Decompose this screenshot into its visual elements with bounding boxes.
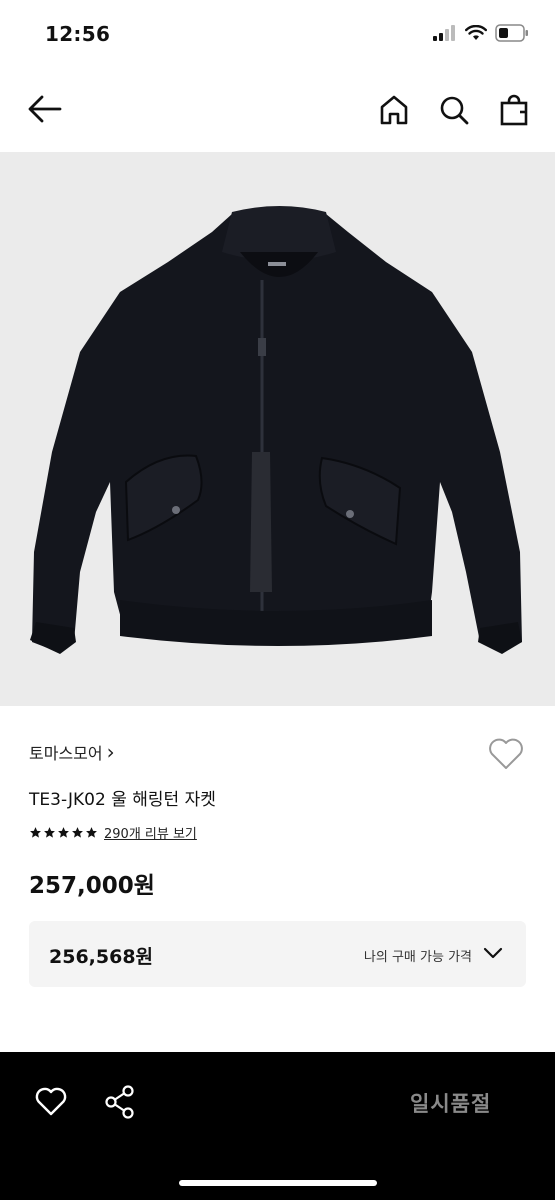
bottom-action-bar: 일시품절 xyxy=(0,1052,555,1200)
star-icon xyxy=(58,827,69,838)
wishlist-button[interactable] xyxy=(487,736,525,772)
share-icon xyxy=(105,1085,134,1119)
my-price-value: 256,568원 xyxy=(49,946,154,968)
soldout-button[interactable]: 일시품절 xyxy=(410,1088,491,1118)
brand-name: 토마스모어 xyxy=(29,744,103,763)
my-price-label: 나의 구매 가능 가격 xyxy=(363,950,472,965)
top-nav xyxy=(0,78,555,140)
brand-link[interactable]: 토마스모어 › xyxy=(29,740,115,764)
star-rating xyxy=(29,826,98,839)
product-image[interactable] xyxy=(0,152,555,706)
heart-outline-icon xyxy=(489,738,523,769)
wifi-icon xyxy=(465,25,487,40)
shopping-bag-icon xyxy=(500,94,528,126)
cellular-signal-icon xyxy=(433,25,455,41)
product-detail-page: 12:56 토마스모어 › TE3-JK02 울 해링턴 자켓 290개 리뷰 … xyxy=(0,0,555,1200)
my-price-dropdown[interactable]: 256,568원 나의 구매 가능 가격 xyxy=(29,921,526,987)
star-icon xyxy=(44,827,55,838)
back-button[interactable] xyxy=(24,92,66,126)
star-icon xyxy=(72,827,83,838)
product-price: 257,000원 xyxy=(29,873,155,899)
product-name: TE3-JK02 울 해링턴 자켓 xyxy=(29,790,216,810)
review-link[interactable]: 290개 리뷰 보기 xyxy=(104,823,197,842)
jacket-illustration xyxy=(30,206,522,654)
bag-button[interactable] xyxy=(496,92,532,128)
arrow-left-icon xyxy=(28,95,62,123)
star-icon xyxy=(86,827,97,838)
home-indicator[interactable] xyxy=(179,1180,377,1186)
rating-row: 290개 리뷰 보기 xyxy=(29,823,197,842)
home-icon xyxy=(380,95,408,125)
star-icon xyxy=(30,827,41,838)
chevron-right-icon: › xyxy=(106,740,115,764)
like-button[interactable] xyxy=(34,1086,68,1118)
status-icons xyxy=(433,24,529,42)
chevron-down-icon xyxy=(483,947,503,959)
heart-icon xyxy=(35,1087,67,1116)
status-time: 12:56 xyxy=(45,22,111,46)
battery-icon xyxy=(495,24,528,42)
status-bar: 12:56 xyxy=(0,0,555,70)
home-button[interactable] xyxy=(376,92,412,128)
search-icon xyxy=(440,96,469,125)
share-button[interactable] xyxy=(104,1084,136,1120)
search-button[interactable] xyxy=(436,92,472,128)
